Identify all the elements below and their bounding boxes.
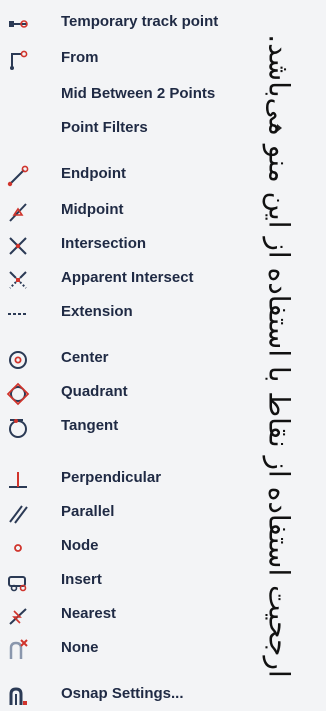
node-icon: [6, 536, 30, 560]
menu-item-label: Osnap Settings...: [61, 685, 184, 702]
extension-icon: [6, 302, 30, 326]
menu-item-apparent-intersect[interactable]: Apparent Intersect: [0, 264, 290, 292]
perpendicular-icon: [6, 468, 30, 492]
menu-item-from[interactable]: From: [0, 44, 290, 72]
menu-item-label: Parallel: [61, 503, 115, 520]
menu-item-label: Intersection: [61, 235, 147, 252]
temporary-track-point-icon: [6, 12, 30, 36]
menu-item-midpoint[interactable]: Midpoint: [0, 196, 290, 224]
menu-item-nearest[interactable]: Nearest: [0, 600, 290, 628]
menu-item-insert[interactable]: Insert: [0, 566, 290, 594]
menu-item-intersection[interactable]: Intersection: [0, 230, 290, 258]
menu-item-label: Nearest: [61, 605, 117, 622]
menu-item-mid-between-2-points[interactable]: Mid Between 2 Points: [0, 80, 290, 108]
menu-item-quadrant[interactable]: Quadrant: [0, 378, 290, 406]
menu-item-center[interactable]: Center: [0, 344, 290, 372]
menu-item-temporary-track-point[interactable]: Temporary track point: [0, 8, 290, 36]
menu-item-label: Extension: [61, 303, 133, 320]
tangent-icon: [6, 416, 30, 440]
menu-item-label: Insert: [61, 571, 102, 588]
center-icon: [6, 348, 30, 372]
menu-item-label: Apparent Intersect: [61, 269, 194, 286]
apparent-intersect-icon: [6, 268, 30, 292]
menu-item-label: Center: [61, 349, 109, 366]
insert-icon: [6, 570, 30, 594]
menu-item-label: Temporary track point: [61, 13, 219, 30]
menu-item-label: Tangent: [61, 417, 119, 434]
endpoint-icon: [6, 164, 30, 188]
midpoint-icon: [6, 200, 30, 224]
menu-item-extension[interactable]: Extension: [0, 298, 290, 326]
menu-item-label: None: [61, 639, 99, 656]
menu-item-perpendicular[interactable]: Perpendicular: [0, 464, 290, 492]
menu-item-label: Perpendicular: [61, 469, 162, 486]
quadrant-icon: [6, 382, 30, 406]
intersection-icon: [6, 234, 30, 258]
menu-item-point-filters[interactable]: Point Filters: [0, 114, 290, 142]
menu-item-label: Quadrant: [61, 383, 128, 400]
osnap-settings-icon: [6, 684, 30, 708]
from-icon: [6, 48, 30, 72]
menu-item-node[interactable]: Node: [0, 532, 290, 560]
menu-item-label: Midpoint: [61, 201, 124, 218]
nearest-icon: [6, 604, 30, 628]
menu-item-label: Node: [61, 537, 99, 554]
osnap-context-menu: Temporary track point From Mid Between 2…: [0, 0, 326, 711]
submenu-arrow-icon: [277, 124, 282, 132]
menu-item-parallel[interactable]: Parallel: [0, 498, 290, 526]
menu-item-none[interactable]: None: [0, 634, 290, 662]
menu-item-label: From: [61, 49, 99, 66]
parallel-icon: [6, 502, 30, 526]
none-icon: [6, 638, 30, 662]
menu-item-label: Point Filters: [61, 119, 148, 136]
menu-item-tangent[interactable]: Tangent: [0, 412, 290, 440]
menu-item-osnap-settings[interactable]: Osnap Settings...: [0, 680, 290, 708]
menu-item-label: Mid Between 2 Points: [61, 85, 216, 102]
menu-item-endpoint[interactable]: Endpoint: [0, 160, 290, 188]
menu-item-label: Endpoint: [61, 165, 126, 182]
